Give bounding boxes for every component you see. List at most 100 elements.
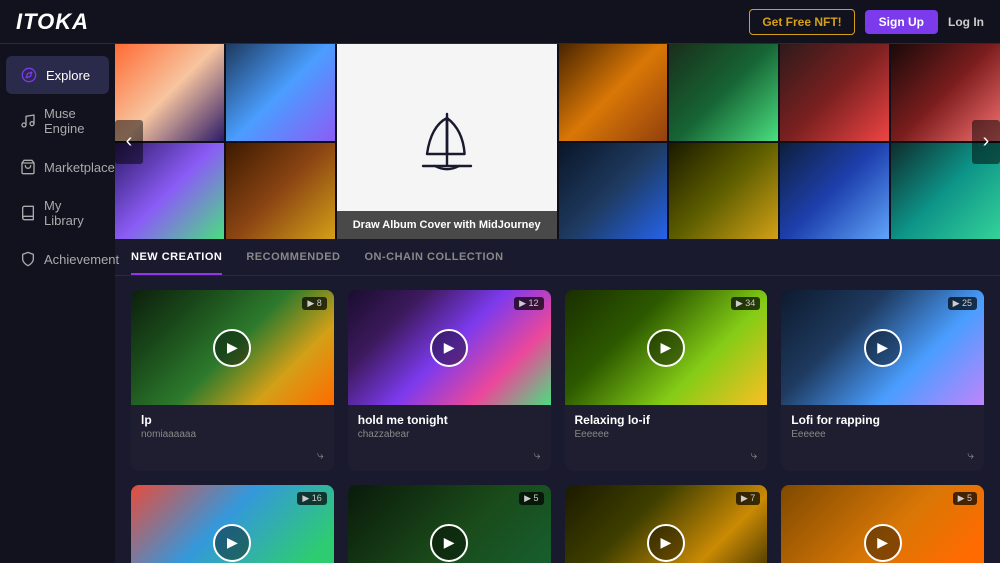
music-note-icon	[20, 112, 36, 130]
signup-button[interactable]: Sign Up	[865, 10, 938, 34]
cards-row-1: ▶ 8 ▶ lp nomiaaaaaa ⤷ ▶ 12 ▶ hold me ton…	[115, 276, 1000, 485]
card-count-anistia: ▶ 16	[297, 492, 326, 505]
share-icon-hold[interactable]: ⤷	[534, 448, 541, 463]
card-count-forest: ▶ 5	[519, 492, 543, 505]
play-button-relaxing[interactable]: ▶	[647, 329, 685, 367]
card-footer-rapping: ⤷	[781, 448, 984, 471]
share-icon-relaxing[interactable]: ⤷	[751, 448, 758, 463]
card-thumb-yb: ▶ 7 ▶	[565, 485, 768, 563]
share-icon-rapping[interactable]: ⤷	[967, 448, 974, 463]
card-author-relaxing: Eeeeee	[575, 429, 758, 440]
card-info-hold: hold me tonight chazzabear	[348, 405, 551, 448]
tab-new-creation[interactable]: NEW CREATION	[131, 251, 222, 275]
sidebar-item-marketplace[interactable]: Marketplace	[6, 148, 109, 186]
card-thumb-anistia: ▶ 16 ▶	[131, 485, 334, 563]
login-button[interactable]: Log In	[948, 15, 984, 29]
header: ITOKA Get Free NFT! Sign Up Log In	[0, 0, 1000, 44]
hero-right-col-2	[669, 44, 778, 239]
sidebar-item-my-library[interactable]: My Library	[6, 188, 109, 238]
play-button-anistia[interactable]: ▶	[213, 524, 251, 562]
hero-next-button[interactable]: ›	[972, 120, 1000, 164]
hero-banner: ‹	[115, 44, 1000, 239]
card-thumb-rapping: ▶ 25 ▶	[781, 290, 984, 405]
book-icon	[20, 204, 36, 222]
get-nft-button[interactable]: Get Free NFT!	[749, 9, 854, 35]
hero-img-12	[780, 143, 889, 240]
card-lp[interactable]: ▶ 8 ▶ lp nomiaaaaaa ⤷	[131, 290, 334, 471]
sidebar-item-muse-engine[interactable]: Muse Engine	[6, 96, 109, 146]
shield-icon	[20, 250, 36, 268]
hero-left-col-2	[226, 44, 335, 239]
card-thumb-hold: ▶ 12 ▶	[348, 290, 551, 405]
card-count-rapping: ▶ 25	[948, 297, 977, 310]
card-info-lp: lp nomiaaaaaa	[131, 405, 334, 448]
card-concert[interactable]: ▶ 5 ▶ ⤷	[781, 485, 984, 563]
hero-prev-button[interactable]: ‹	[115, 120, 143, 164]
card-anistia[interactable]: ▶ 16 ▶ ANISTIA AASISTA ⤷	[131, 485, 334, 563]
hero-right-col-1	[559, 44, 668, 239]
hero-img-7	[559, 44, 668, 141]
card-title-lp: lp	[141, 413, 324, 427]
play-button-concert[interactable]: ▶	[864, 524, 902, 562]
hero-img-11	[780, 44, 889, 141]
card-yellow-black[interactable]: ▶ 7 ▶ ⤷	[565, 485, 768, 563]
card-lofi-rapping[interactable]: ▶ 25 ▶ Lofi for rapping Eeeeee ⤷	[781, 290, 984, 471]
card-count-concert: ▶ 5	[953, 492, 977, 505]
sidebar-label-my-library: My Library	[44, 198, 95, 228]
tab-on-chain[interactable]: ON-CHAIN COLLECTION	[364, 251, 503, 275]
card-thumb-forest: ▶ 5 ▶	[348, 485, 551, 563]
tab-recommended[interactable]: RECOMMENDED	[246, 251, 340, 275]
card-info-rapping: Lofi for rapping Eeeeee	[781, 405, 984, 448]
play-button-rapping[interactable]: ▶	[864, 329, 902, 367]
card-hold-me-tonight[interactable]: ▶ 12 ▶ hold me tonight chazzabear ⤷	[348, 290, 551, 471]
hero-img-3	[226, 44, 335, 141]
hero-center-label: Draw Album Cover with MidJourney	[337, 211, 557, 239]
hero-images: Draw Album Cover with MidJourney	[115, 44, 1000, 239]
card-thumb-concert: ▶ 5 ▶	[781, 485, 984, 563]
card-count-lp: ▶ 8	[302, 297, 326, 310]
hero-img-8	[559, 143, 668, 240]
sidebar-label-marketplace: Marketplace	[44, 160, 115, 175]
card-info-relaxing: Relaxing lo-if Eeeeee	[565, 405, 768, 448]
logo: ITOKA	[16, 9, 89, 35]
card-title-relaxing: Relaxing lo-if	[575, 413, 758, 427]
sail-icon	[407, 102, 487, 182]
card-footer-relaxing: ⤷	[565, 448, 768, 471]
play-button-hold[interactable]: ▶	[430, 329, 468, 367]
main-layout: Explore Muse Engine Marketplace	[0, 44, 1000, 563]
hero-center-bg	[337, 44, 557, 239]
sidebar: Explore Muse Engine Marketplace	[0, 44, 115, 563]
sidebar-item-explore[interactable]: Explore	[6, 56, 109, 94]
header-actions: Get Free NFT! Sign Up Log In	[749, 9, 984, 35]
sidebar-label-achievement: Achievement	[44, 252, 119, 267]
sidebar-label-explore: Explore	[46, 68, 90, 83]
sidebar-label-muse-engine: Muse Engine	[44, 106, 95, 136]
hero-center-image[interactable]: Draw Album Cover with MidJourney	[337, 44, 557, 239]
content-area: ‹	[115, 44, 1000, 563]
card-author-lp: nomiaaaaaa	[141, 429, 324, 440]
card-count-yb: ▶ 7	[736, 492, 760, 505]
cards-row-2: ▶ 16 ▶ ANISTIA AASISTA ⤷ ▶ 5 ▶ ⤷	[115, 485, 1000, 563]
card-title-hold: hold me tonight	[358, 413, 541, 427]
card-author-rapping: Eeeeee	[791, 429, 974, 440]
play-button-lp[interactable]: ▶	[213, 329, 251, 367]
share-icon-lp[interactable]: ⤷	[317, 448, 324, 463]
sidebar-item-achievement[interactable]: Achievement	[6, 240, 109, 278]
hero-img-9	[669, 44, 778, 141]
play-button-yb[interactable]: ▶	[647, 524, 685, 562]
card-footer-lp: ⤷	[131, 448, 334, 471]
card-count-hold: ▶ 12	[514, 297, 543, 310]
card-relaxing-lofi[interactable]: ▶ 34 ▶ Relaxing lo-if Eeeeee ⤷	[565, 290, 768, 471]
shopping-bag-icon	[20, 158, 36, 176]
card-forest[interactable]: ▶ 5 ▶ ⤷	[348, 485, 551, 563]
tabs-section: NEW CREATION RECOMMENDED ON-CHAIN COLLEC…	[115, 239, 1000, 276]
hero-img-10	[669, 143, 778, 240]
hero-img-4	[226, 143, 335, 240]
card-footer-hold: ⤷	[348, 448, 551, 471]
card-author-hold: chazzabear	[358, 429, 541, 440]
play-button-forest[interactable]: ▶	[430, 524, 468, 562]
card-thumb-relaxing: ▶ 34 ▶	[565, 290, 768, 405]
hero-right-col-3	[780, 44, 889, 239]
card-thumb-lp: ▶ 8 ▶	[131, 290, 334, 405]
card-count-relaxing: ▶ 34	[731, 297, 760, 310]
